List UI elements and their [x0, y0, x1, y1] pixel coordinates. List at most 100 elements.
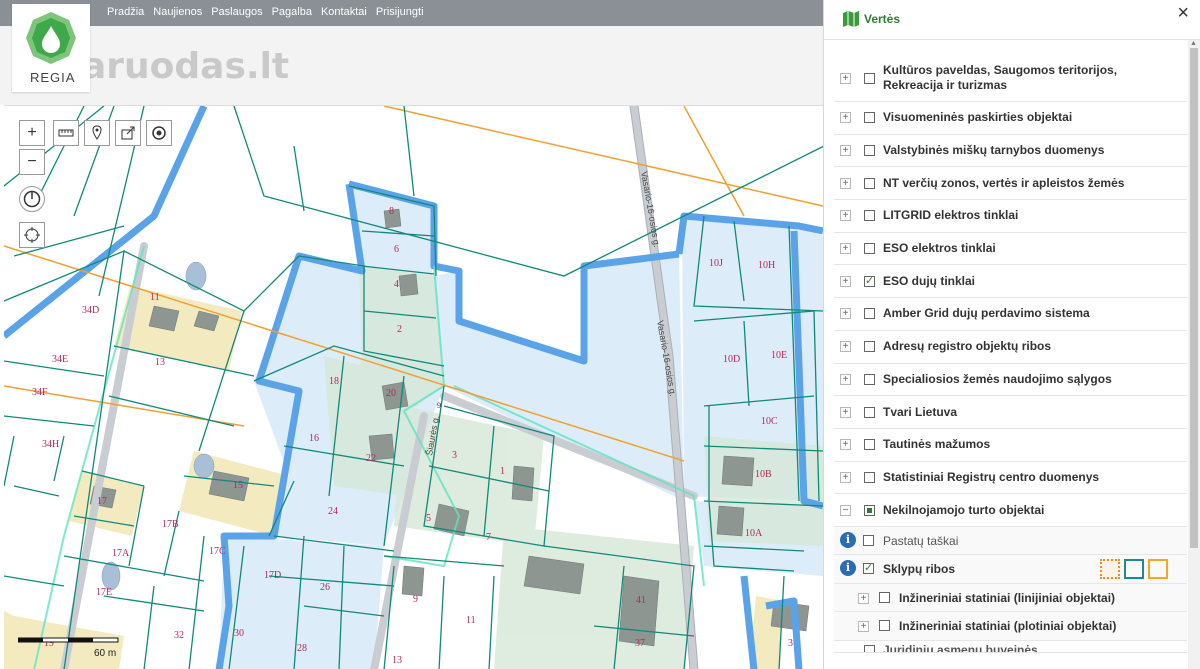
parcel-label: 10B [755, 469, 772, 480]
nested-layer-checkbox[interactable] [879, 591, 890, 603]
cut-off-row[interactable]: Juridinių asmenų buveinės [834, 640, 1187, 653]
layer-checkbox[interactable] [864, 504, 875, 516]
panel-scrollbar[interactable]: ▲ [1188, 40, 1200, 669]
style-swatch-yellow[interactable] [1148, 559, 1168, 580]
layer-checkbox[interactable] [864, 112, 875, 124]
layer-row[interactable]: + Adresų registro objektų ribos [834, 331, 1187, 364]
expand-icon[interactable]: + [840, 308, 851, 320]
collapse-icon[interactable]: − [840, 504, 851, 516]
expand-icon[interactable]: + [840, 406, 851, 418]
expand-icon[interactable]: + [840, 210, 851, 222]
parcel-label: 34D [82, 305, 99, 316]
nav-item-services[interactable]: Paslaugos [211, 6, 262, 18]
watermark-text: aruodas.lt [82, 46, 290, 87]
layer-checkbox[interactable] [864, 145, 875, 157]
layer-row[interactable]: + Specialiosios žemės naudojimo sąlygos [834, 364, 1187, 397]
info-icon[interactable]: i [840, 560, 856, 577]
nested-layer-label: Inžineriniai statiniai (plotiniai objekt… [899, 619, 1117, 634]
layer-row[interactable]: + Tautinės mažumos [834, 429, 1187, 462]
expand-icon[interactable]: + [840, 439, 851, 451]
expand-icon[interactable]: + [840, 471, 851, 483]
panel-header: Vertės × [824, 0, 1200, 40]
nested-layer-row[interactable]: + Inžineriniai statiniai (plotiniai obje… [834, 612, 1187, 641]
parcel-label: 11 [150, 292, 160, 303]
parcel-label: 17B [162, 519, 179, 530]
parcel-label: 10E [771, 350, 787, 361]
layer-row[interactable]: + NT verčių zonos, vertės ir apleistos ž… [834, 167, 1187, 201]
expand-icon[interactable]: + [840, 243, 851, 255]
export-button[interactable] [115, 120, 141, 146]
close-icon[interactable]: × [1177, 2, 1189, 25]
expand-icon[interactable]: + [840, 373, 851, 385]
layer-row[interactable]: + ESO elektros tinklai [834, 233, 1187, 266]
measure-button[interactable] [53, 120, 79, 146]
expand-icon[interactable]: + [840, 145, 851, 157]
nav-item-home[interactable]: Pradžia [107, 6, 144, 18]
regia-logo[interactable]: REGIA [12, 4, 90, 92]
layer-row[interactable]: + Kultūros paveldas, Saugomos teritorijo… [834, 55, 1187, 102]
parcel-label: 16 [309, 433, 319, 444]
sublayer-checkbox[interactable] [863, 534, 874, 546]
scroll-up-icon[interactable]: ▲ [1190, 40, 1197, 47]
style-swatch-orange[interactable] [1100, 559, 1120, 580]
layer-row[interactable]: + Amber Grid dujų perdavimo sistema [834, 298, 1187, 331]
layer-row[interactable]: + ESO dujų tinklai [834, 265, 1187, 299]
layer-row[interactable]: + Valstybinės miškų tarnybos duomenys [834, 135, 1187, 168]
expand-icon[interactable]: + [840, 275, 851, 287]
layer-checkbox[interactable] [864, 406, 875, 418]
nav-item-help[interactable]: Pagalba [272, 6, 312, 18]
expand-icon[interactable]: + [840, 177, 851, 189]
layer-checkbox[interactable] [864, 177, 875, 189]
nav-item-login[interactable]: Prisijungti [376, 6, 424, 18]
zoom-in-button[interactable]: + [19, 120, 45, 146]
sublayer-row[interactable]: i Pastatų taškai [834, 526, 1187, 556]
expand-icon[interactable]: + [840, 72, 851, 84]
gps-button[interactable] [19, 222, 45, 248]
layer-checkbox[interactable] [864, 308, 875, 320]
nav-item-contacts[interactable]: Kontaktai [321, 6, 367, 18]
marker-button[interactable] [84, 120, 110, 146]
parcel-label: 15 [233, 480, 243, 491]
panel-title: Vertės [864, 12, 901, 26]
layer-row[interactable]: + LITGRID elektros tinklai [834, 200, 1187, 233]
top-navigation: Pradžia Naujienos Paslaugos Pagalba Kont… [0, 0, 823, 26]
parcel-label: 17A [112, 548, 130, 559]
cadastral-map[interactable]: 8 6 4 2 18 20 16 22 24 3 1 5 7 17D 26 9 … [4, 106, 823, 669]
layer-checkbox[interactable] [864, 274, 875, 287]
style-swatch-teal[interactable] [1124, 559, 1144, 580]
parcel-label: 2 [397, 324, 402, 335]
nested-layer-label: Inžineriniai statiniai (linijiniai objek… [899, 590, 1116, 605]
sublayer-label: Pastatų taškai [883, 533, 959, 548]
nested-layer-checkbox[interactable] [879, 620, 890, 632]
map-canvas[interactable]: 8 6 4 2 18 20 16 22 24 3 1 5 7 17D 26 9 … [4, 105, 823, 669]
layer-checkbox[interactable] [864, 243, 875, 255]
layer-checkbox[interactable] [864, 439, 875, 451]
info-icon[interactable]: i [840, 531, 856, 548]
zoom-out-button[interactable]: − [19, 149, 45, 175]
expand-icon[interactable]: + [858, 621, 869, 633]
layer-checkbox[interactable] [864, 72, 875, 84]
layer-checkbox[interactable] [864, 644, 875, 652]
layer-checkbox[interactable] [864, 373, 875, 385]
layer-checkbox[interactable] [864, 210, 875, 222]
locate-button[interactable] [146, 120, 172, 146]
layer-row[interactable]: + Visuomeninės paskirties objektai [834, 102, 1187, 135]
compass-button[interactable] [19, 186, 45, 212]
layer-row[interactable]: + Statistiniai Registrų centro duomenys [834, 462, 1187, 495]
parcel-label: 10J [709, 258, 723, 269]
expand-icon[interactable]: + [858, 592, 869, 604]
scrollbar-thumb[interactable] [1190, 48, 1198, 548]
expand-icon[interactable]: + [840, 341, 851, 353]
layer-label: LITGRID elektros tinklai [883, 208, 1019, 223]
layer-row[interactable]: + Tvari Lietuva [834, 396, 1187, 429]
layer-checkbox[interactable] [864, 341, 875, 353]
nav-item-news[interactable]: Naujienos [153, 6, 202, 18]
layer-checkbox[interactable] [864, 471, 875, 483]
parcel-label: 41 [636, 595, 646, 606]
nested-layer-row[interactable]: + Inžineriniai statiniai (linijiniai obj… [834, 583, 1187, 613]
expand-icon[interactable]: + [840, 112, 851, 124]
sublayer-checkbox[interactable] [863, 561, 874, 575]
layer-label: NT verčių zonos, vertės ir apleistos žem… [883, 175, 1125, 190]
sublayer-row[interactable]: i Sklypų ribos [834, 555, 1187, 584]
layer-row-expanded[interactable]: − Nekilnojamojo turto objektai [834, 494, 1187, 527]
